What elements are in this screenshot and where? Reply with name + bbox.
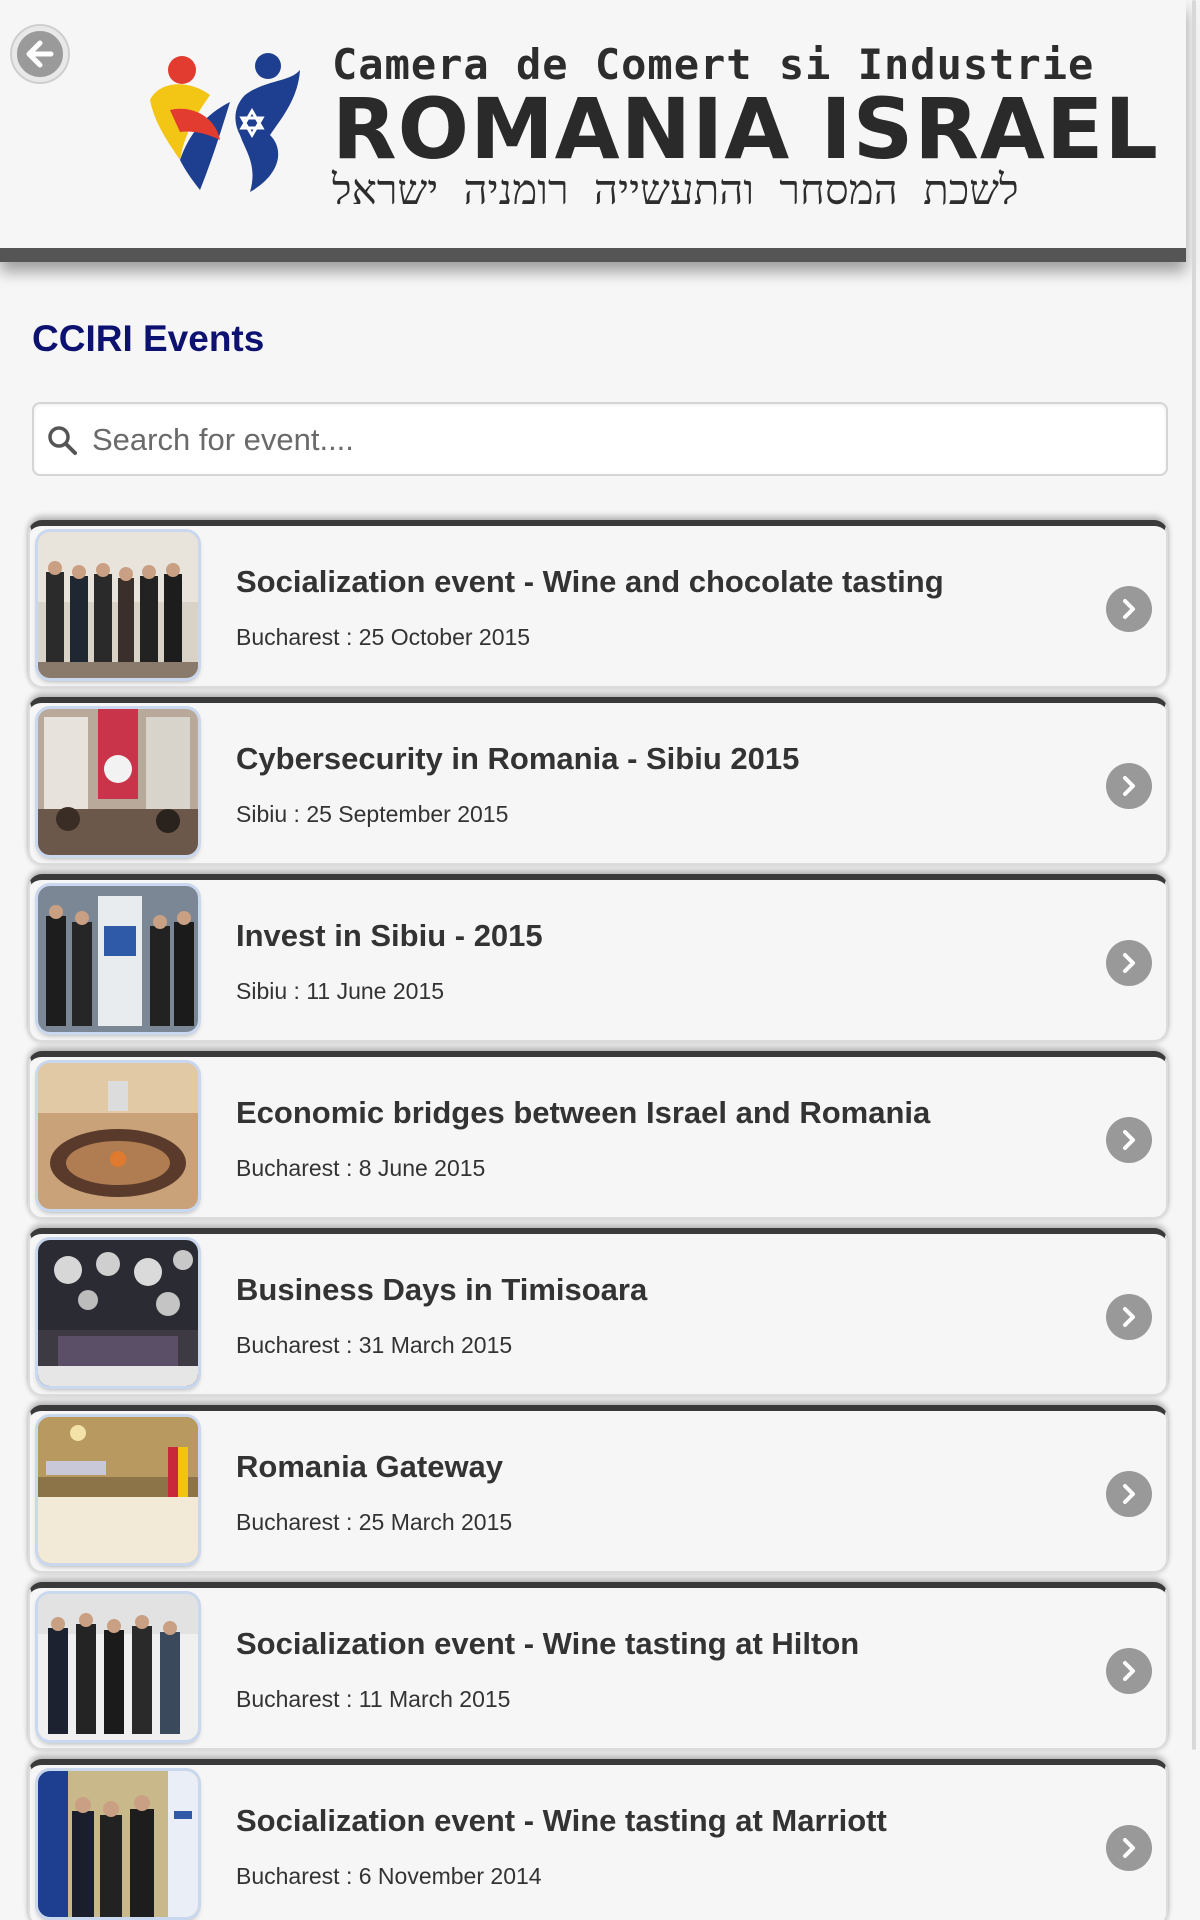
events-page: Camera de Comert si Industrie ROMANIA IS… (0, 0, 1200, 1920)
event-location: Bucharest (236, 624, 340, 650)
event-title: Business Days in Timisoara (236, 1272, 648, 1307)
event-meta-separator: : (339, 624, 359, 650)
event-title: Cybersecurity in Romania - Sibiu 2015 (236, 741, 800, 776)
event-title: Socialization event - Wine and chocolate… (236, 564, 944, 599)
event-date: 25 September 2015 (306, 801, 509, 827)
event-thumbnail (38, 1771, 198, 1917)
event-location: Bucharest (236, 1686, 340, 1712)
event-meta-separator: : (287, 801, 307, 827)
event-title: Invest in Sibiu - 2015 (236, 918, 543, 953)
event-meta-separator: : (339, 1509, 359, 1535)
event-thumbnail (38, 1240, 198, 1386)
event-thumbnail (38, 1063, 198, 1209)
event-meta: Sibiu : 11 June 2015 (236, 978, 444, 1005)
event-location: Bucharest (236, 1863, 340, 1889)
event-list-item[interactable]: Economic bridges between Israel and Roma… (28, 1051, 1168, 1219)
event-meta: Bucharest : 25 October 2015 (236, 624, 530, 651)
chevron-right-icon (1123, 953, 1135, 973)
chevron-right-icon (1123, 1838, 1135, 1858)
event-title: Socialization event - Wine tasting at Ma… (236, 1803, 887, 1838)
event-open-button[interactable] (1106, 1471, 1152, 1517)
event-date: 31 March 2015 (358, 1332, 513, 1358)
event-list-item[interactable]: Cybersecurity in Romania - Sibiu 2015 Si… (28, 697, 1168, 865)
event-meta-separator: : (287, 978, 307, 1004)
chevron-right-icon (1123, 1130, 1135, 1150)
event-location: Bucharest (236, 1509, 340, 1535)
event-meta: Bucharest : 31 March 2015 (236, 1332, 512, 1359)
chevron-right-icon (1123, 1661, 1135, 1681)
event-list-item[interactable]: Socialization event - Wine tasting at Hi… (28, 1582, 1168, 1750)
event-location: Bucharest (236, 1155, 340, 1181)
scrollbar[interactable] (1192, 0, 1196, 1750)
chevron-right-icon (1123, 1307, 1135, 1327)
event-list-item[interactable]: Business Days in Timisoara Bucharest : 3… (28, 1228, 1168, 1396)
event-thumbnail (38, 886, 198, 1032)
event-location: Sibiu (236, 801, 288, 827)
event-date: 25 October 2015 (358, 624, 531, 650)
event-meta-separator: : (339, 1155, 359, 1181)
event-open-button[interactable] (1106, 763, 1152, 809)
event-title: Socialization event - Wine tasting at Hi… (236, 1626, 860, 1661)
event-meta: Bucharest : 11 March 2015 (236, 1686, 510, 1713)
event-list-item[interactable]: Invest in Sibiu - 2015 Sibiu : 11 June 2… (28, 874, 1168, 1042)
event-meta-separator: : (339, 1332, 359, 1358)
event-meta-separator: : (339, 1863, 359, 1889)
event-list-item[interactable]: Romania Gateway Bucharest : 25 March 201… (28, 1405, 1168, 1573)
event-list-item[interactable]: Socialization event - Wine and chocolate… (28, 520, 1168, 688)
event-title: Economic bridges between Israel and Roma… (236, 1095, 931, 1130)
event-meta: Bucharest : 8 June 2015 (236, 1155, 485, 1182)
event-thumbnail (38, 1417, 198, 1563)
event-open-button[interactable] (1106, 1294, 1152, 1340)
event-date: 11 June 2015 (306, 978, 445, 1004)
chevron-right-icon (1123, 1484, 1135, 1504)
event-thumbnail (38, 1594, 198, 1740)
event-location: Bucharest (236, 1332, 340, 1358)
event-list: Socialization event - Wine and chocolate… (0, 0, 1200, 1920)
event-meta: Bucharest : 6 November 2014 (236, 1863, 542, 1890)
event-thumbnail (38, 709, 198, 855)
event-date: 6 November 2014 (358, 1863, 542, 1889)
event-open-button[interactable] (1106, 940, 1152, 986)
event-meta: Bucharest : 25 March 2015 (236, 1509, 512, 1536)
event-list-item[interactable]: Socialization event - Wine tasting at Ma… (28, 1759, 1168, 1920)
event-date: 25 March 2015 (358, 1509, 513, 1535)
event-date: 8 June 2015 (358, 1155, 486, 1181)
event-open-button[interactable] (1106, 1825, 1152, 1871)
event-thumbnail (38, 532, 198, 678)
chevron-right-icon (1123, 776, 1135, 796)
chevron-right-icon (1123, 599, 1135, 619)
event-meta-separator: : (339, 1686, 359, 1712)
event-open-button[interactable] (1106, 1648, 1152, 1694)
event-location: Sibiu (236, 978, 288, 1004)
event-title: Romania Gateway (236, 1449, 504, 1484)
event-open-button[interactable] (1106, 1117, 1152, 1163)
event-open-button[interactable] (1106, 586, 1152, 632)
event-date: 11 March 2015 (358, 1686, 511, 1712)
event-meta: Sibiu : 25 September 2015 (236, 801, 508, 828)
